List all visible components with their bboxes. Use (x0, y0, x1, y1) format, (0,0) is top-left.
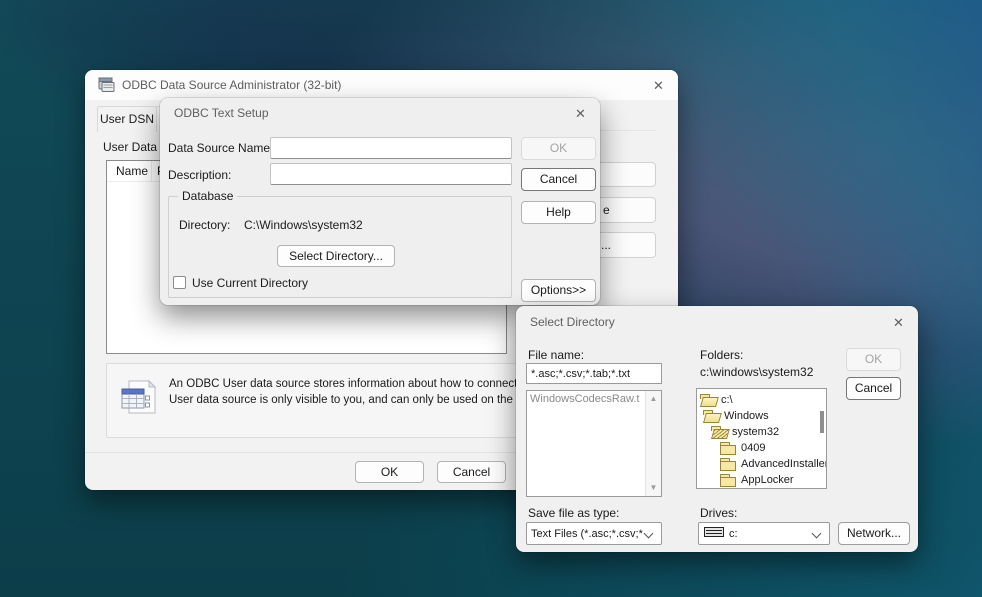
text-setup-cancel-label: Cancel (540, 172, 577, 186)
select-directory-button-label: Select Directory... (289, 249, 383, 263)
chevron-down-icon (644, 529, 654, 539)
info-text-line2: User data source is only visible to you,… (169, 392, 555, 408)
folder-open-icon (700, 394, 717, 407)
data-source-name-input[interactable] (270, 137, 512, 159)
select-directory-ok-label: OK (865, 352, 882, 366)
main-cancel-label: Cancel (453, 465, 490, 479)
data-source-name-label: Data Source Name: (168, 141, 273, 155)
network-button-label: Network... (847, 526, 901, 540)
select-directory-cancel-button[interactable]: Cancel (846, 377, 901, 400)
tree-scrollbar-thumb[interactable] (820, 411, 824, 433)
file-type-value: Text Files (*.asc;*.csv;*. (531, 528, 643, 540)
tree-item-label: Windows (724, 410, 769, 422)
folder-closed-icon (720, 474, 737, 487)
odbc-app-icon (98, 77, 115, 93)
tree-item-label: c:\ (721, 394, 733, 406)
use-current-directory-label: Use Current Directory (192, 276, 308, 290)
select-directory-title: Select Directory (530, 315, 615, 329)
scroll-down-icon[interactable]: ▼ (646, 481, 661, 495)
directory-label: Directory: (179, 218, 230, 232)
drives-value: c: (729, 528, 738, 540)
text-setup-ok-label: OK (550, 141, 567, 155)
description-input[interactable] (270, 163, 512, 185)
tree-item-label: system32 (732, 426, 779, 438)
file-type-dropdown[interactable]: Text Files (*.asc;*.csv;*. (526, 522, 662, 545)
file-name-label: File name: (528, 348, 584, 362)
select-directory-ok-button[interactable]: OK (846, 348, 901, 371)
tree-item-label: 0409 (741, 442, 765, 454)
tab-user-dsn-label: User DSN (100, 112, 154, 126)
main-ok-label: OK (381, 465, 398, 479)
user-data-sources-label: User Data S (103, 140, 168, 154)
select-directory-cancel-label: Cancel (855, 381, 892, 395)
scroll-up-icon[interactable]: ▲ (646, 392, 661, 406)
description-label: Description: (168, 168, 231, 182)
directory-value: C:\Windows\system32 (244, 218, 363, 232)
file-list-item[interactable]: WindowsCodecsRaw.t (530, 393, 646, 405)
main-ok-button[interactable]: OK (355, 461, 424, 483)
network-button[interactable]: Network... (838, 522, 910, 545)
datasource-info-icon (117, 379, 159, 424)
select-directory-dialog: Select Directory ✕ File name: WindowsCod… (516, 306, 918, 552)
configure-button-label: ... (601, 238, 611, 252)
select-directory-close-icon[interactable]: ✕ (891, 315, 906, 330)
folder-closed-icon (720, 442, 737, 455)
database-groupbox: Database Directory: C:\Windows\system32 … (168, 196, 512, 298)
tree-item-windows[interactable]: Windows (703, 408, 769, 424)
info-text-line1: An ODBC User data source stores informat… (169, 376, 555, 392)
file-name-input[interactable] (526, 363, 662, 384)
tree-item-applocker[interactable]: AppLocker (720, 472, 794, 488)
tree-item-label: AppLocker (741, 474, 794, 486)
tree-item-label: AdvancedInstallers (741, 458, 827, 470)
info-text: An ODBC User data source stores informat… (169, 376, 555, 408)
text-setup-help-label: Help (546, 205, 571, 219)
folders-label: Folders: (700, 348, 743, 362)
save-file-as-type-label: Save file as type: (528, 506, 619, 520)
text-setup-options-button[interactable]: Options>> (521, 279, 596, 302)
tree-item-advancedinstallers[interactable]: AdvancedInstallers (720, 456, 827, 472)
odbc-text-setup-dialog: ODBC Text Setup ✕ Data Source Name: Desc… (160, 98, 600, 305)
database-legend: Database (178, 189, 237, 203)
tab-user-dsn[interactable]: User DSN (97, 106, 157, 132)
folder-closed-icon (720, 458, 737, 471)
folder-open-icon (703, 410, 720, 423)
text-setup-cancel-button[interactable]: Cancel (521, 168, 596, 191)
close-icon[interactable]: ✕ (651, 78, 666, 93)
text-setup-title: ODBC Text Setup (174, 106, 269, 120)
column-header-name[interactable]: Name (107, 161, 152, 181)
main-cancel-button[interactable]: Cancel (437, 461, 506, 483)
text-setup-ok-button[interactable]: OK (521, 137, 596, 160)
folder-tree[interactable]: c:\ Windows system32 0409 AdvancedInstal… (696, 388, 827, 489)
drives-dropdown[interactable]: c: (698, 522, 830, 545)
folder-open-selected-icon (711, 426, 728, 439)
tree-item-system32[interactable]: system32 (711, 424, 779, 440)
tree-item-0409[interactable]: 0409 (720, 440, 765, 456)
select-directory-button[interactable]: Select Directory... (277, 245, 395, 267)
file-list-scrollbar[interactable]: ▲ ▼ (645, 391, 661, 496)
tree-item-c-drive[interactable]: c:\ (700, 392, 733, 408)
main-titlebar: ODBC Data Source Administrator (32-bit) … (85, 70, 678, 100)
drives-label: Drives: (700, 506, 737, 520)
use-current-directory-checkbox[interactable] (173, 276, 186, 289)
text-setup-close-icon[interactable]: ✕ (573, 106, 588, 121)
remove-button-label: e (603, 203, 610, 217)
file-list[interactable]: WindowsCodecsRaw.t ▲ ▼ (526, 390, 662, 497)
current-folder-path: c:\windows\system32 (700, 365, 813, 379)
chevron-down-icon (812, 529, 822, 539)
drive-icon (704, 527, 724, 540)
text-setup-options-label: Options>> (531, 283, 586, 297)
window-title: ODBC Data Source Administrator (32-bit) (122, 70, 341, 100)
desktop-wallpaper: ODBC Data Source Administrator (32-bit) … (0, 0, 982, 597)
text-setup-help-button[interactable]: Help (521, 201, 596, 224)
